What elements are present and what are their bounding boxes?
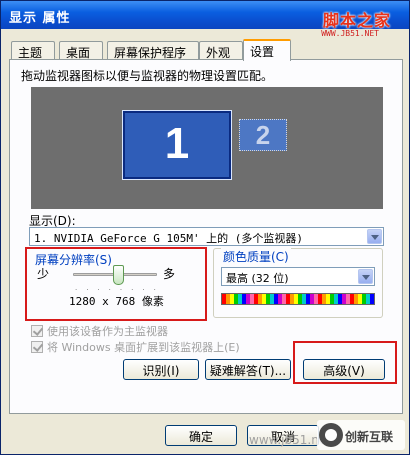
monitor-1-icon[interactable]: 1 (122, 110, 232, 180)
color-quality-value: 最高 (32 位) (226, 272, 289, 285)
resolution-value: 1280 x 768 像素 (69, 295, 164, 308)
primary-monitor-checkbox-row[interactable]: 使用该设备作为主监视器 (31, 323, 168, 339)
chevron-down-icon[interactable] (358, 269, 373, 284)
checkbox-checked-icon[interactable] (31, 325, 43, 337)
instruction-text: 拖动监视器图标以便与监视器的物理设置匹配。 (21, 69, 274, 83)
tab-desktop[interactable]: 桌面 (59, 41, 103, 60)
identify-button[interactable]: 识别(I) (123, 359, 199, 380)
checkbox-checked-icon[interactable] (31, 341, 43, 353)
display-select-value: 1. NVIDIA GeForce G 105M' 上的 (多个监视器) (34, 232, 304, 245)
brand-logo-icon (319, 423, 343, 447)
monitor-1-number: 1 (164, 119, 190, 168)
primary-monitor-label: 使用该设备作为主监视器 (47, 325, 168, 338)
tab-appearance[interactable]: 外观 (199, 41, 243, 60)
color-spectrum-bar (221, 293, 375, 305)
tab-settings[interactable]: 设置 (243, 39, 291, 61)
slider-ticks: ········ (75, 286, 165, 294)
brand-text: 创新互联 (345, 430, 394, 444)
monitor-2-icon[interactable]: 2 (239, 119, 287, 151)
extend-desktop-checkbox-row[interactable]: 将 Windows 桌面扩展到该监视器上(E) (31, 339, 240, 355)
color-quality-title: 颜色质量(C) (221, 248, 291, 265)
ok-button[interactable]: 确定 (165, 425, 237, 446)
resolution-less-label: 少 (37, 267, 50, 281)
site-logo-url: WWW.JB51.NET (321, 29, 379, 38)
monitor-2-number: 2 (255, 120, 271, 150)
resolution-more-label: 多 (163, 267, 176, 281)
troubleshoot-button[interactable]: 疑难解答(T)... (205, 359, 291, 380)
tab-screensaver[interactable]: 屏幕保护程序 (107, 41, 199, 60)
extend-desktop-label: 将 Windows 桌面扩展到该监视器上(E) (47, 341, 240, 354)
site-logo: 脚本之家 (322, 11, 391, 30)
resolution-slider-thumb[interactable] (113, 265, 125, 285)
display-properties-window: 显示 属性 脚本之家 WWW.JB51.NET 主题 桌面 屏幕保护程序 外观 … (0, 0, 410, 455)
display-select[interactable]: 1. NVIDIA GeForce G 105M' 上的 (多个监视器) (29, 227, 384, 246)
chevron-down-icon[interactable] (367, 229, 382, 244)
advanced-highlight-box (293, 341, 397, 384)
tab-theme[interactable]: 主题 (11, 41, 55, 60)
window-title: 显示 属性 (9, 11, 71, 26)
color-quality-select[interactable]: 最高 (32 位) (221, 267, 375, 286)
